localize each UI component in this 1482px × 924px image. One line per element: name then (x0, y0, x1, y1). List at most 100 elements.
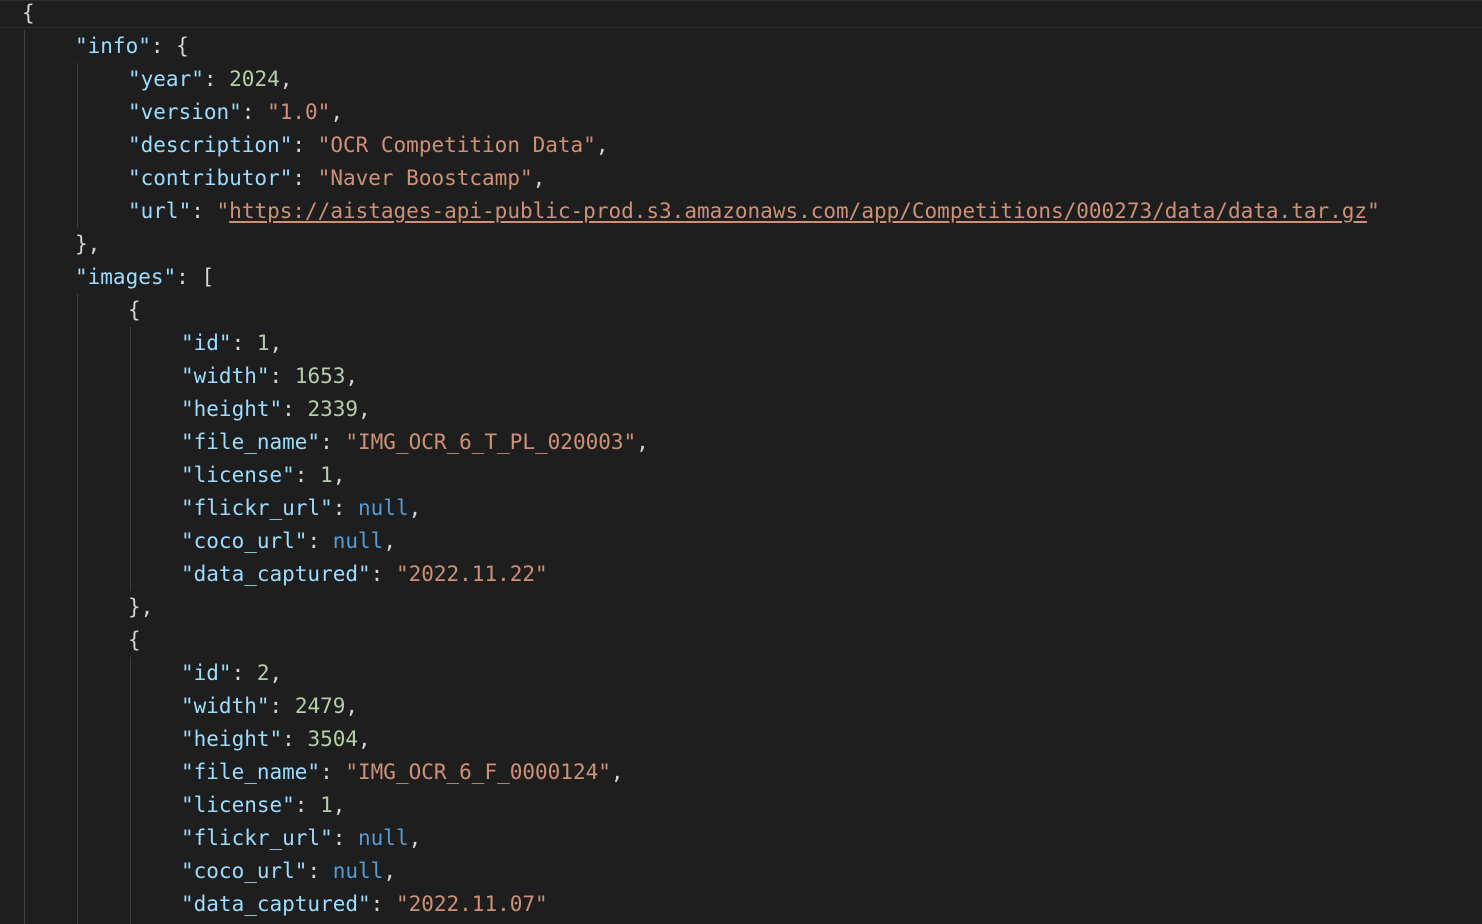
json-key-token: "coco_url" (181, 528, 308, 553)
json-nul-token: null (332, 528, 384, 553)
json-key-token: "height" (181, 726, 283, 751)
json-punc-token: { (128, 627, 141, 652)
code-line-text: "license": 1, (181, 789, 345, 822)
code-line[interactable]: "license": 1, (0, 789, 1482, 822)
json-key-token: "file_name" (181, 429, 321, 454)
code-line[interactable]: "version": "1.0", (0, 96, 1482, 129)
code-line[interactable]: "images": [ (0, 261, 1482, 294)
code-line[interactable]: "id": 1, (0, 327, 1482, 360)
json-key-token: "data_captured" (181, 891, 371, 916)
json-str-token: " (1367, 198, 1380, 223)
json-key-token: "data_captured" (181, 561, 371, 586)
json-punc-token: , (269, 660, 283, 685)
code-line-text: "coco_url": null, (181, 525, 396, 558)
json-key-token: "width" (181, 363, 270, 388)
code-line-text: { (128, 624, 141, 657)
json-key-token: "file_name" (181, 759, 321, 784)
json-num-token: 2479 (294, 693, 346, 718)
json-punc-token: : (292, 132, 318, 157)
code-line-text: "height": 2339, (181, 393, 371, 426)
code-line-text: "url": "https://aistages-api-public-prod… (128, 195, 1380, 228)
json-punc-token: : (241, 99, 268, 124)
code-line[interactable]: "id": 2, (0, 657, 1482, 690)
code-line[interactable]: "year": 2024, (0, 63, 1482, 96)
code-line[interactable]: "coco_url": null, (0, 525, 1482, 558)
code-line[interactable]: "coco_url": null, (0, 855, 1482, 888)
json-nul-token: null (358, 495, 409, 520)
json-punc-token: , (383, 528, 396, 553)
code-line[interactable]: "license": 1, (0, 459, 1482, 492)
json-num-token: 1 (320, 462, 333, 487)
json-key-token: "id" (181, 660, 232, 685)
json-key-token: "version" (128, 99, 242, 124)
json-punc-token: : (294, 462, 321, 487)
code-line-text: { (128, 294, 141, 327)
json-punc-token: , (358, 396, 371, 421)
json-punc-token: : (320, 759, 346, 784)
code-line[interactable]: "height": 3504, (0, 723, 1482, 756)
json-punc-token: , (332, 792, 346, 817)
code-line-text: "height": 3504, (181, 723, 371, 756)
code-line[interactable]: "file_name": "IMG_OCR_6_F_0000124", (0, 756, 1482, 789)
code-line[interactable]: { (0, 624, 1482, 657)
json-nul-token: null (332, 858, 384, 883)
code-line[interactable]: "width": 1653, (0, 360, 1482, 393)
code-line-text: { (22, 0, 35, 30)
code-line[interactable]: "info": { (0, 30, 1482, 63)
json-punc-token: , (595, 132, 609, 157)
json-nul-token: null (358, 825, 409, 850)
code-line[interactable]: "data_captured": "2022.11.07" (0, 888, 1482, 921)
json-punc-token: , (610, 759, 624, 784)
code-line[interactable]: "flickr_url": null, (0, 822, 1482, 855)
code-editor[interactable]: { "info": {"year": 2024, "version": "1.0",… (0, 0, 1482, 924)
json-punc-token: : (269, 363, 295, 388)
json-punc-token: , (332, 462, 346, 487)
code-line[interactable]: "description": "OCR Competition Data", (0, 129, 1482, 162)
json-punc-token: : (191, 198, 217, 223)
json-num-token: 2 (256, 660, 270, 685)
json-punc-token: : (269, 693, 295, 718)
json-punc-token: }, (128, 594, 154, 619)
json-punc-token: : (307, 528, 333, 553)
json-key-token: "url" (128, 198, 192, 223)
code-line-text: "flickr_url": null, (181, 822, 421, 855)
json-punc-token: { (22, 0, 35, 25)
code-line-text: "year": 2024, (128, 63, 292, 96)
code-line[interactable]: { (0, 0, 1482, 30)
code-line[interactable]: "height": 2339, (0, 393, 1482, 426)
json-punc-token: : (231, 660, 257, 685)
json-key-token: "license" (181, 792, 295, 817)
code-line[interactable]: "file_name": "IMG_OCR_6_T_PL_020003", (0, 426, 1482, 459)
json-punc-token: , (345, 363, 359, 388)
json-str-token: "2022.11.07" (395, 891, 548, 916)
code-line[interactable]: "contributor": "Naver Boostcamp", (0, 162, 1482, 195)
code-line-text: "data_captured": "2022.11.22" (181, 558, 548, 591)
json-punc-token: , (269, 330, 283, 355)
json-key-token: "license" (181, 462, 295, 487)
code-line-text: "version": "1.0", (128, 96, 343, 129)
json-key-token: "description" (128, 132, 293, 157)
code-line[interactable]: }, (0, 228, 1482, 261)
json-punc-token: , (408, 495, 422, 520)
json-key-token: "contributor" (128, 165, 293, 190)
code-line[interactable]: }, (0, 591, 1482, 624)
code-line[interactable]: "url": "https://aistages-api-public-prod… (0, 195, 1482, 228)
json-punc-token: : (307, 858, 333, 883)
json-key-token: "flickr_url" (181, 825, 333, 850)
code-line[interactable]: "flickr_url": null, (0, 492, 1482, 525)
code-line[interactable]: { (0, 294, 1482, 327)
json-key-token: "year" (128, 66, 204, 91)
json-key-token: "images" (75, 264, 177, 289)
code-line[interactable]: "data_captured": "2022.11.22" (0, 558, 1482, 591)
code-line-text: }, (128, 591, 153, 624)
code-line[interactable]: "width": 2479, (0, 690, 1482, 723)
json-punc-token: , (358, 726, 371, 751)
code-line-text: "file_name": "IMG_OCR_6_F_0000124", (181, 756, 624, 789)
json-punc-token: : (370, 891, 396, 916)
code-line-text: "id": 2, (181, 657, 282, 690)
json-num-token: 1 (256, 330, 270, 355)
json-punc-token: , (330, 99, 343, 124)
json-key-token: "height" (181, 396, 283, 421)
json-str-token: "IMG_OCR_6_F_0000124" (345, 759, 611, 784)
json-link-token[interactable]: https://aistages-api-public-prod.s3.amaz… (229, 199, 1367, 223)
